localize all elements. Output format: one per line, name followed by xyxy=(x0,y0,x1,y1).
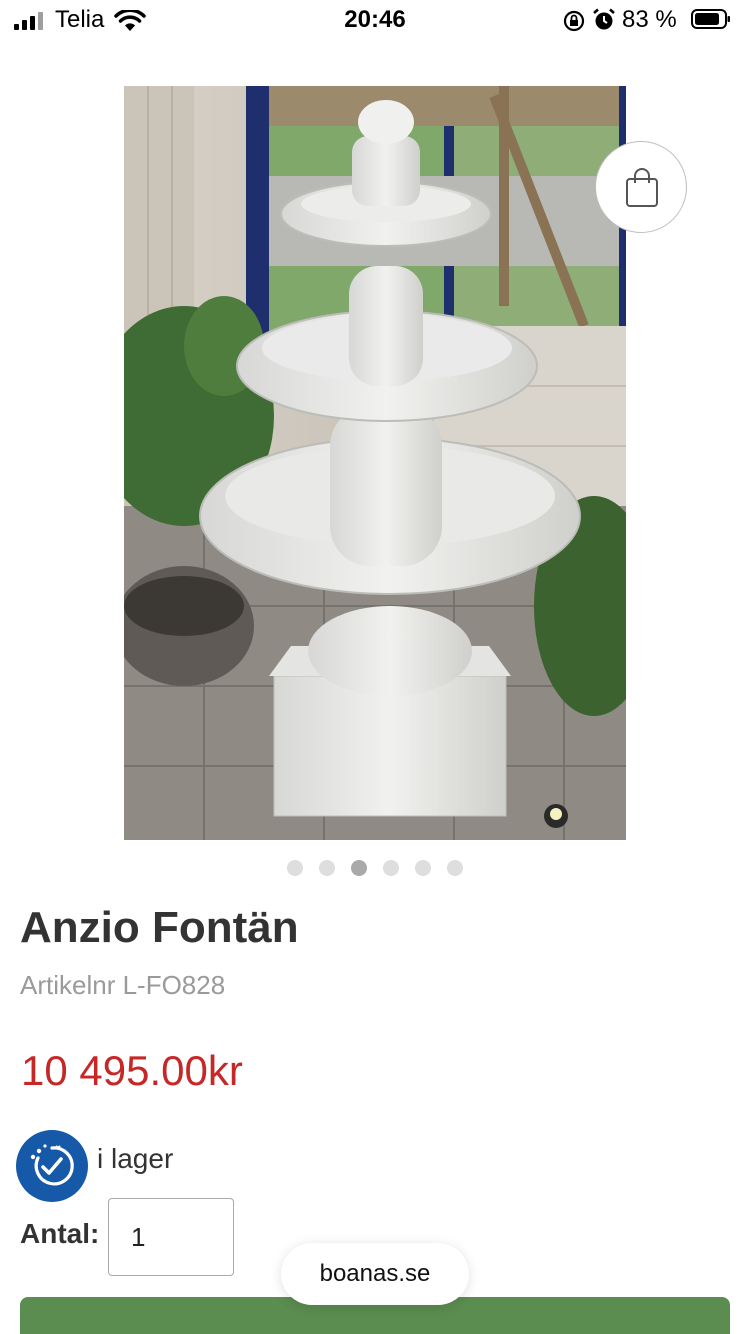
product-image[interactable] xyxy=(124,86,626,840)
shopping-bag-icon xyxy=(626,168,658,207)
carousel-dot[interactable] xyxy=(287,860,303,876)
battery-percent: 83 % xyxy=(622,6,677,33)
carousel-dot[interactable] xyxy=(415,860,431,876)
browser-domain-pill[interactable]: boanas.se xyxy=(281,1243,469,1305)
image-carousel-dots xyxy=(0,860,750,878)
carousel-dot[interactable] xyxy=(383,860,399,876)
stock-status: i lager xyxy=(97,1143,174,1174)
add-to-cart-button[interactable] xyxy=(595,141,687,233)
article-number: Artikelnr L-FO828 xyxy=(20,970,226,1000)
quantity-input[interactable] xyxy=(108,1198,234,1276)
stock-check-icon xyxy=(30,1144,74,1186)
product-price: 10 495.00kr xyxy=(21,1047,243,1094)
rotation-lock-icon xyxy=(563,10,585,32)
product-title: Anzio Fontän xyxy=(20,903,299,952)
fountain-photo xyxy=(124,86,626,840)
alarm-icon xyxy=(593,8,615,30)
carousel-dot[interactable] xyxy=(319,860,335,876)
battery-icon xyxy=(691,9,730,29)
product-page: Telia 20:46 83 % Anzio Fontän Artikelnr … xyxy=(0,0,750,1334)
status-bar: Telia 20:46 83 % xyxy=(0,0,750,44)
quantity-label: Antal: xyxy=(20,1218,100,1249)
in-stock-badge xyxy=(16,1130,88,1202)
carousel-dot[interactable] xyxy=(447,860,463,876)
carousel-dot-active[interactable] xyxy=(351,860,367,876)
